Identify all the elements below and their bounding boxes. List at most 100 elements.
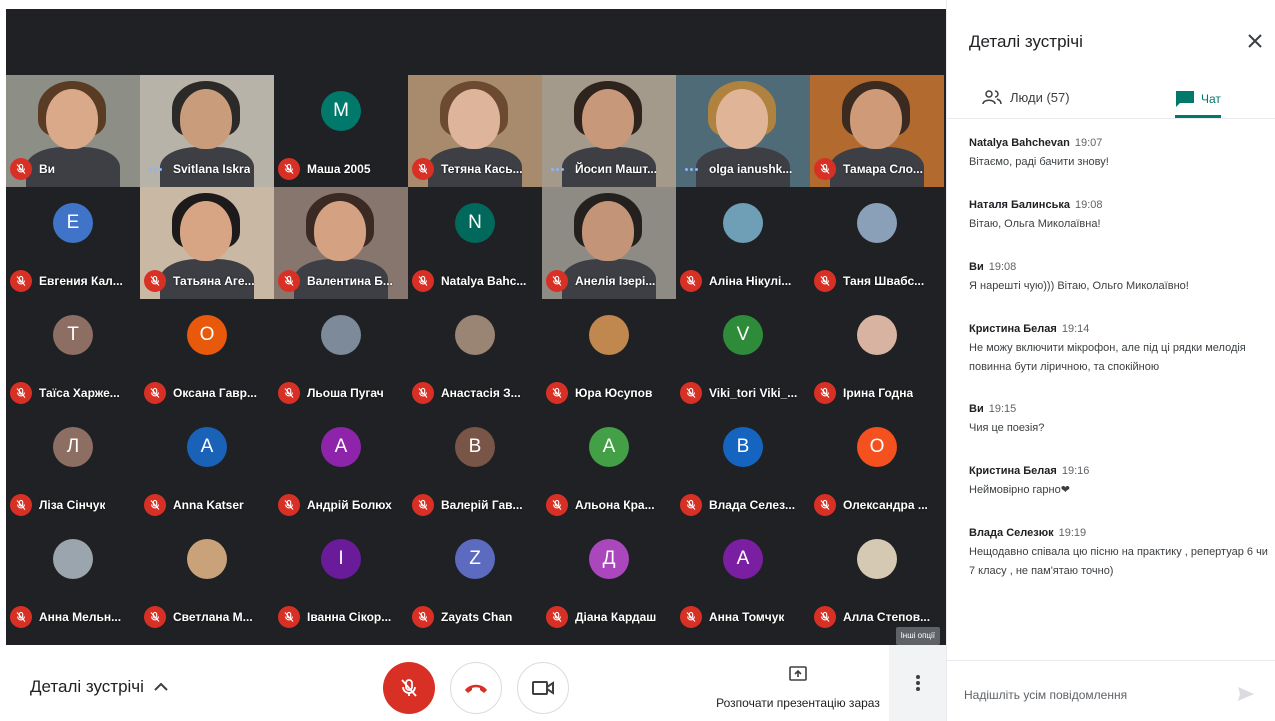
meeting-details-toggle[interactable]: Деталі зустрічі xyxy=(30,677,168,697)
panel-title: Деталі зустрічі xyxy=(969,32,1083,51)
mic-off-icon xyxy=(820,163,830,174)
participant-tile[interactable]: A Anna Katser xyxy=(140,411,274,523)
participant-nameplate: Тетяна Кась... xyxy=(412,158,538,180)
chat-sender: Наталя Балинська xyxy=(969,199,1070,211)
participant-tile[interactable]: T Таїса Харже... xyxy=(6,299,140,411)
tab-chat[interactable]: Чат xyxy=(1175,82,1221,118)
participant-tile[interactable]: Анелія Ізері... xyxy=(542,187,676,299)
participant-name: Аліна Нікулі... xyxy=(709,274,792,288)
participant-tile[interactable]: Д Діана Кардаш xyxy=(542,523,676,635)
participant-tile[interactable]: Z Zayats Chan xyxy=(408,523,542,635)
participant-nameplate: Евгения Кал... xyxy=(10,270,136,292)
camera-toggle-button[interactable] xyxy=(517,662,569,714)
participant-tile[interactable]: Svitlana Iskra xyxy=(140,75,274,187)
avatar-initial: A xyxy=(187,427,227,467)
participant-tile[interactable]: N Natalya Bahc... xyxy=(408,187,542,299)
meeting-details-panel: Деталі зустрічі Люди (57) Чат Natalya Ba… xyxy=(946,0,1275,721)
chat-timestamp: 19:16 xyxy=(1061,465,1090,477)
microphone-toggle-button[interactable] xyxy=(383,662,435,714)
participant-nameplate: Альона Кра... xyxy=(546,494,672,516)
participant-tile[interactable]: Йосип Машт... xyxy=(542,75,676,187)
chat-message-input[interactable] xyxy=(964,685,1214,705)
participant-tile[interactable]: A Анна Томчук xyxy=(676,523,810,635)
send-icon[interactable] xyxy=(1235,683,1257,705)
present-now-button[interactable]: Розпочати презентацію зараз xyxy=(708,665,888,710)
participant-tile[interactable]: Светлана М... xyxy=(140,523,274,635)
participant-tile[interactable]: Ірина Годна xyxy=(810,299,944,411)
chat-compose-bar xyxy=(947,660,1275,721)
participant-tile[interactable]: V Viki_tori Viki_... xyxy=(676,299,810,411)
chat-message: Влада Селезюк 19:19 Нещодавно співала цю п… xyxy=(969,523,1269,581)
mic-off-badge xyxy=(814,382,836,404)
mic-off-badge xyxy=(10,606,32,628)
participant-tile[interactable]: E Евгения Кал... xyxy=(6,187,140,299)
mic-off-icon xyxy=(552,499,562,510)
participant-tile[interactable]: olga ianushk... xyxy=(676,75,810,187)
mic-off-icon xyxy=(820,499,830,510)
mic-off-icon xyxy=(686,611,696,622)
more-vert-icon xyxy=(915,675,920,691)
mic-off-badge xyxy=(278,158,300,180)
participant-name: Светлана М... xyxy=(173,610,253,624)
tab-people[interactable]: Люди (57) xyxy=(982,82,1070,112)
chat-message-text: Чия це поезія? xyxy=(969,422,1045,434)
close-panel-button[interactable] xyxy=(1244,30,1266,52)
mic-off-icon xyxy=(284,163,294,174)
participant-tile[interactable]: Ви xyxy=(6,75,140,187)
avatar-photo xyxy=(857,539,897,579)
participant-nameplate: Валентина Б... xyxy=(278,270,404,292)
participant-tile[interactable]: A Андрій Болюх xyxy=(274,411,408,523)
participant-tile[interactable]: Л Ліза Сінчук xyxy=(6,411,140,523)
participant-name: Евгения Кал... xyxy=(39,274,123,288)
mic-off-icon xyxy=(552,387,562,398)
participant-tile[interactable]: Таня Швабс... xyxy=(810,187,944,299)
mic-off-icon xyxy=(686,275,696,286)
more-options-button[interactable] xyxy=(889,645,946,721)
participant-tile[interactable]: A Альона Кра... xyxy=(542,411,676,523)
participant-tile[interactable]: Алла Степов... xyxy=(810,523,944,635)
avatar-photo xyxy=(321,315,361,355)
participant-nameplate: Анна Мельн... xyxy=(10,606,136,628)
avatar-photo xyxy=(589,315,629,355)
tab-people-label: Люди (57) xyxy=(1010,89,1070,105)
mic-off-icon xyxy=(686,499,696,510)
participant-tile[interactable]: Юра Юсупов xyxy=(542,299,676,411)
mic-off-badge xyxy=(278,382,300,404)
mic-off-badge xyxy=(814,494,836,516)
mic-off-icon xyxy=(820,611,830,622)
participant-tile[interactable]: O Оксана Гавр... xyxy=(140,299,274,411)
participant-tile[interactable]: Аліна Нікулі... xyxy=(676,187,810,299)
participant-tile[interactable]: Тетяна Кась... xyxy=(408,75,542,187)
avatar-initial: N xyxy=(455,203,495,243)
leave-call-button[interactable] xyxy=(450,662,502,714)
participant-tile[interactable]: M Маша 2005 xyxy=(274,75,408,187)
more-options-tooltip: Інші опції xyxy=(895,627,940,645)
bottom-control-bar: Деталі зустрічі Розпочати презентацію за… xyxy=(0,645,946,721)
participant-tile[interactable]: Льоша Пугач xyxy=(274,299,408,411)
participant-nameplate: Йосип Машт... xyxy=(546,158,672,180)
participant-name: Анна Томчук xyxy=(709,610,785,624)
chat-message-header: Наталя Балинська 19:08 xyxy=(969,195,1269,213)
participant-nameplate: Ви xyxy=(10,158,136,180)
participant-tile[interactable]: O Олександра ... xyxy=(810,411,944,523)
participant-tile[interactable]: Валентина Б... xyxy=(274,187,408,299)
participant-nameplate: Анна Томчук xyxy=(680,606,806,628)
participant-name: Таїса Харже... xyxy=(39,386,120,400)
participant-nameplate: Оксана Гавр... xyxy=(144,382,270,404)
participant-grid: Ви Svitlana Iskra M Маша 2005 Тетяна Кась...… xyxy=(6,75,946,635)
participant-tile[interactable]: Тамара Сло... xyxy=(810,75,944,187)
chat-timestamp: 19:08 xyxy=(1074,199,1103,211)
participant-tile[interactable]: Анна Мельн... xyxy=(6,523,140,635)
mic-off-icon xyxy=(284,499,294,510)
avatar-initial: A xyxy=(321,427,361,467)
participant-tile[interactable]: Анастасія З... xyxy=(408,299,542,411)
participant-tile[interactable]: B Валерій Гав... xyxy=(408,411,542,523)
mic-off-icon xyxy=(150,275,160,286)
mic-off-icon xyxy=(820,387,830,398)
participant-tile[interactable]: Татьяна Аге... xyxy=(140,187,274,299)
tab-chat-label: Чат xyxy=(1201,91,1221,106)
participant-tile[interactable]: I Іванна Сікор... xyxy=(274,523,408,635)
participant-name: Юра Юсупов xyxy=(575,386,653,400)
participant-tile[interactable]: B Влада Селез... xyxy=(676,411,810,523)
chat-message-text: Не можу включити мікрофон, але під ці ря… xyxy=(969,342,1246,373)
